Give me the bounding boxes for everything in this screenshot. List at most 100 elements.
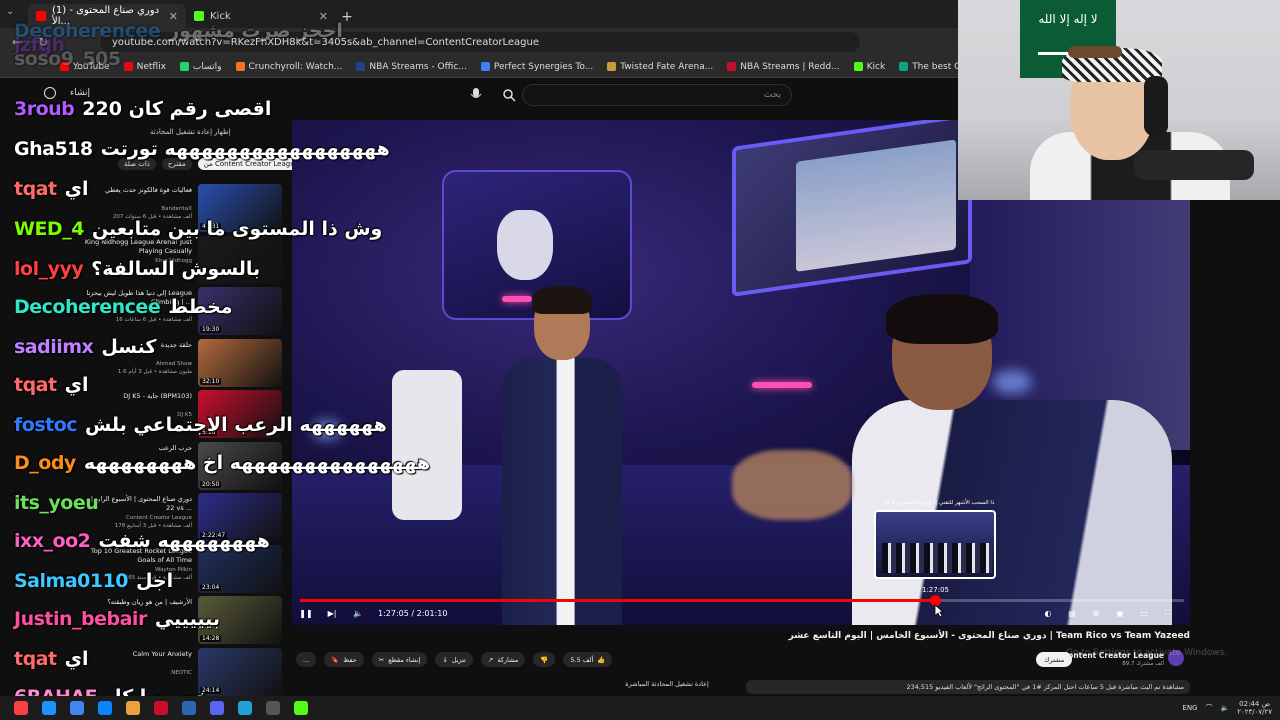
video-channel[interactable]: Ahmad Show: [156, 361, 192, 367]
tab-kick[interactable]: Kick ✕: [186, 4, 336, 28]
mic-icon[interactable]: [470, 88, 482, 102]
video-title[interactable]: دوري صناع المحتوى | الأسبوع الرابع | 22 …: [82, 495, 192, 513]
search-input[interactable]: بحث: [522, 84, 792, 106]
taskbar-app-icon[interactable]: [126, 701, 140, 715]
tab-search-icon[interactable]: ⌄: [6, 6, 14, 17]
bookmark-item[interactable]: Kick: [853, 62, 885, 72]
bookmark-item[interactable]: Twisted Fate Arena...: [607, 62, 713, 72]
fullscreen-icon[interactable]: ⛶: [1162, 607, 1174, 619]
live-chat-replay-button[interactable]: إعادة تشغيل المحادثة المباشرة: [600, 680, 734, 694]
related-video[interactable]: King Nidhogg League Arena! Just Playing …: [82, 235, 282, 284]
video-channel[interactable]: DJ K5: [177, 412, 192, 418]
download-button[interactable]: ↓ تنزيل: [435, 652, 473, 667]
bookmark-item[interactable]: Perfect Synergies To...: [480, 62, 593, 72]
save-button[interactable]: 🔖 حفظ: [324, 652, 364, 667]
video-title[interactable]: الأرشيف | من هو ريان وطبقته؟: [82, 598, 192, 607]
related-video[interactable]: 20:50 حرب الرعب: [82, 441, 282, 490]
bookmark-item[interactable]: Crunchyroll: Watch...: [235, 62, 342, 72]
description-box[interactable]: 234,515 مشاهدة تم البث مباشرة قبل 5 ساعا…: [746, 680, 1190, 694]
video-title[interactable]: King Nidhogg League Arena! Just Playing …: [82, 238, 192, 256]
video-title[interactable]: حرب الرعب: [82, 444, 192, 453]
bookmark-item[interactable]: واتساب: [179, 62, 222, 72]
tab-close-icon[interactable]: ✕: [169, 10, 178, 23]
video-channel[interactable]: BanderitaX: [161, 206, 192, 212]
subtitles-icon[interactable]: ▤: [1066, 607, 1078, 619]
related-video[interactable]: 19:30 إلي دنيا هذا طويل ليش بيحزنا League…: [82, 287, 282, 335]
bookmark-item[interactable]: NBA Streams | Redd...: [727, 62, 840, 72]
video-title[interactable]: DJ K5 - جاية (BPM103): [82, 392, 192, 401]
bookmark-favicon-icon: [356, 62, 366, 71]
share-button[interactable]: ↗ مشاركة: [480, 652, 526, 667]
related-video[interactable]: 32:10 حلقة جديدة Ahmad Show 1.6 مليون مشاهد…: [82, 338, 282, 387]
video-thumbnail[interactable]: 20:50: [198, 441, 282, 490]
language-indicator[interactable]: ENG: [1182, 704, 1197, 712]
pause-icon[interactable]: ❚❚: [299, 607, 312, 619]
video-channel[interactable]: Wayton Pilkin: [155, 567, 192, 573]
video-thumbnail[interactable]: 19:30: [198, 287, 282, 335]
video-title[interactable]: Top 10 Greatest Rocket League Goals of A…: [82, 547, 192, 565]
video-channel[interactable]: King Nidhogg: [155, 258, 192, 264]
video-title[interactable]: فعاليات قوة فالكونز حدث يعطي: [82, 186, 192, 195]
create-button[interactable]: إنشاء: [70, 88, 90, 98]
taskbar-app-icon[interactable]: [70, 701, 84, 715]
url-field[interactable]: youtube.com/watch?v=RKezFhXDH8k&t=3405s&…: [100, 32, 860, 52]
settings-gear-icon[interactable]: ⚙: [1090, 607, 1102, 619]
taskbar-app-icon[interactable]: [294, 701, 308, 715]
tab-close-icon[interactable]: ✕: [319, 10, 328, 23]
reload-icon[interactable]: ↻: [34, 35, 52, 49]
search-icon[interactable]: [502, 88, 516, 102]
bookmark-item[interactable]: Netflix: [123, 62, 166, 72]
clip-button[interactable]: ✂ إنشاء مقطع: [371, 652, 428, 667]
next-icon[interactable]: ▶|: [326, 607, 338, 619]
progress-bar[interactable]: [300, 595, 1184, 606]
related-video[interactable]: 2:22:47 دوري صناع المحتوى | الأسبوع الراب…: [82, 493, 282, 541]
video-thumbnail[interactable]: 32:10: [198, 338, 282, 387]
more-button[interactable]: ...: [296, 652, 317, 667]
video-channel[interactable]: NEOTIC: [171, 670, 192, 676]
bookmark-favicon-icon: [60, 62, 69, 71]
video-thumbnail[interactable]: 23:04: [198, 544, 282, 593]
taskbar-app-icon[interactable]: [14, 701, 28, 715]
taskbar-app-icon[interactable]: [266, 701, 280, 715]
related-video[interactable]: 23:04 Top 10 Greatest Rocket League Goals…: [82, 544, 282, 593]
filter-chip[interactable]: من Content Creator League: [197, 158, 305, 170]
video-thumbnail[interactable]: 24:14: [198, 647, 282, 696]
video-title[interactable]: Calm Your Anxiety: [82, 650, 192, 659]
back-icon[interactable]: ←: [8, 35, 26, 49]
video-thumbnail[interactable]: 5:16: [198, 390, 282, 438]
notifications-icon[interactable]: [44, 87, 56, 99]
filter-chip[interactable]: ذات صلة: [118, 158, 156, 170]
clock[interactable]: 02:44 ص ٢٠٢٣/٠٧/٢٧: [1237, 700, 1272, 716]
dislike-button[interactable]: 👎: [533, 652, 556, 667]
miniplayer-icon[interactable]: ▣: [1114, 607, 1126, 619]
theater-mode-icon[interactable]: ▭: [1138, 607, 1150, 619]
related-video[interactable]: 24:14 Calm Your Anxiety NEOTIC: [82, 647, 282, 696]
live-chat-toggle[interactable]: إظهار إعادة تشغيل المحادثة: [150, 128, 231, 136]
video-thumbnail[interactable]: [198, 235, 282, 284]
taskbar-app-icon[interactable]: [238, 701, 252, 715]
related-video[interactable]: 14:28 الأرشيف | من هو ريان وطبقته؟: [82, 596, 282, 644]
autoplay-toggle-icon[interactable]: ◐: [1042, 607, 1054, 619]
related-video[interactable]: 5:16 DJ K5 - جاية (BPM103) DJ K5: [82, 390, 282, 438]
video-thumbnail[interactable]: 2:22:47: [198, 493, 282, 541]
taskbar-app-icon[interactable]: [210, 701, 224, 715]
bookmark-item[interactable]: NBA Streams - Offic...: [356, 62, 467, 72]
wifi-icon[interactable]: ⌒: [1205, 703, 1212, 713]
filter-chip[interactable]: مقترح: [161, 158, 192, 170]
video-title[interactable]: حلقة جديدة: [82, 341, 192, 350]
taskbar-app-icon[interactable]: [182, 701, 196, 715]
tab-youtube[interactable]: (1) دوري صناع المحتوى - الأ... ✕: [28, 4, 186, 28]
volume-icon[interactable]: 🔈: [352, 607, 364, 619]
new-tab-button[interactable]: +: [336, 6, 358, 28]
bookmark-item[interactable]: YouTube: [60, 62, 110, 72]
taskbar-app-icon[interactable]: [154, 701, 168, 715]
video-channel[interactable]: Content Creator League: [126, 515, 192, 521]
taskbar-app-icon[interactable]: [42, 701, 56, 715]
like-button[interactable]: 5.5 ألف 👍: [563, 652, 613, 667]
video-title[interactable]: إلي دنيا هذا طويل ليش بيحزنا League Clim…: [82, 289, 192, 307]
video-thumbnail[interactable]: 47:31: [198, 184, 282, 232]
video-thumbnail[interactable]: 14:28: [198, 596, 282, 644]
taskbar-app-icon[interactable]: [98, 701, 112, 715]
related-video[interactable]: 47:31 فعاليات قوة فالكونز حدث يعطي Banderi…: [82, 184, 282, 232]
volume-tray-icon[interactable]: 🔈: [1220, 704, 1229, 712]
